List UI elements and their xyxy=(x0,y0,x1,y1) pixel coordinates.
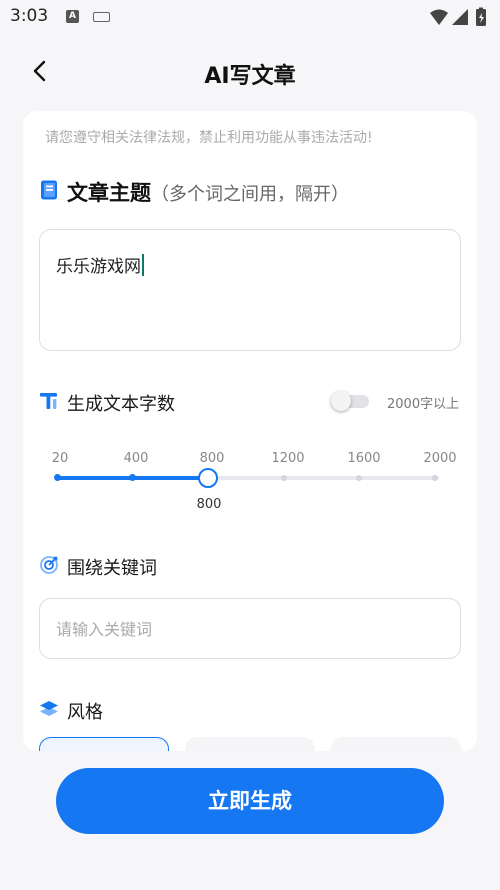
over-2000-label: 2000字以上 xyxy=(387,397,460,412)
style-option[interactable] xyxy=(185,737,315,751)
signal-icon xyxy=(452,9,468,25)
nav-bar: AI写文章 xyxy=(0,50,500,94)
keywords-field[interactable] xyxy=(39,598,461,659)
slider-stop xyxy=(53,474,61,481)
app-notification-icon: A xyxy=(66,10,79,23)
text-caret xyxy=(142,254,144,276)
topic-input[interactable]: 乐乐游戏网 xyxy=(39,229,461,351)
layers-icon xyxy=(40,701,58,716)
wifi-icon xyxy=(430,9,448,25)
style-option-selected[interactable] xyxy=(39,737,169,751)
topic-value: 乐乐游戏网 xyxy=(56,257,141,277)
keyboard-icon xyxy=(93,12,110,22)
slider-value: 800 xyxy=(196,497,222,512)
slider-tick-label: 1600 xyxy=(347,451,381,466)
status-icons xyxy=(430,7,486,26)
page-title: AI写文章 xyxy=(204,64,296,89)
legal-notice: 请您遵守相关法律法规，禁止利用功能从事违法活动! xyxy=(45,130,373,146)
word-count-title: 生成文本字数 xyxy=(67,394,175,415)
status-time: 3:03 xyxy=(10,6,49,26)
slider-tick-label: 400 xyxy=(123,451,149,466)
topic-section-title: 文章主题（多个词之间用，隔开） xyxy=(67,177,349,207)
slider-tick-label: 2000 xyxy=(423,451,457,466)
toggle-knob xyxy=(331,391,351,411)
style-title: 风格 xyxy=(67,702,103,723)
slider-tick-label: 20 xyxy=(51,451,69,466)
status-bar: 3:03 A xyxy=(0,0,500,34)
slider-stop xyxy=(356,475,363,481)
slider-thumb[interactable] xyxy=(198,468,219,488)
book-icon xyxy=(41,180,57,200)
topic-title-text: 文章主题 xyxy=(67,181,151,205)
slider-tick-label: 800 xyxy=(199,451,225,466)
slider-stop xyxy=(432,475,438,481)
keywords-input[interactable] xyxy=(56,617,446,641)
generate-button[interactable]: 立即生成 xyxy=(56,768,444,834)
keywords-title: 围绕关键词 xyxy=(67,558,157,579)
slider-tick-label: 1200 xyxy=(271,451,305,466)
form-card: 请您遵守相关法律法规，禁止利用功能从事违法活动! 文章主题（多个词之间用，隔开）… xyxy=(23,111,477,751)
text-t-icon xyxy=(40,393,57,409)
over-2000-toggle[interactable] xyxy=(331,391,369,411)
slider-stop xyxy=(280,475,287,481)
topic-input-text: 乐乐游戏网 xyxy=(56,252,144,277)
target-icon xyxy=(40,556,58,574)
word-count-slider[interactable] xyxy=(53,466,447,490)
topic-hint: （多个词之间用，隔开） xyxy=(151,184,349,205)
style-option[interactable] xyxy=(331,737,461,751)
